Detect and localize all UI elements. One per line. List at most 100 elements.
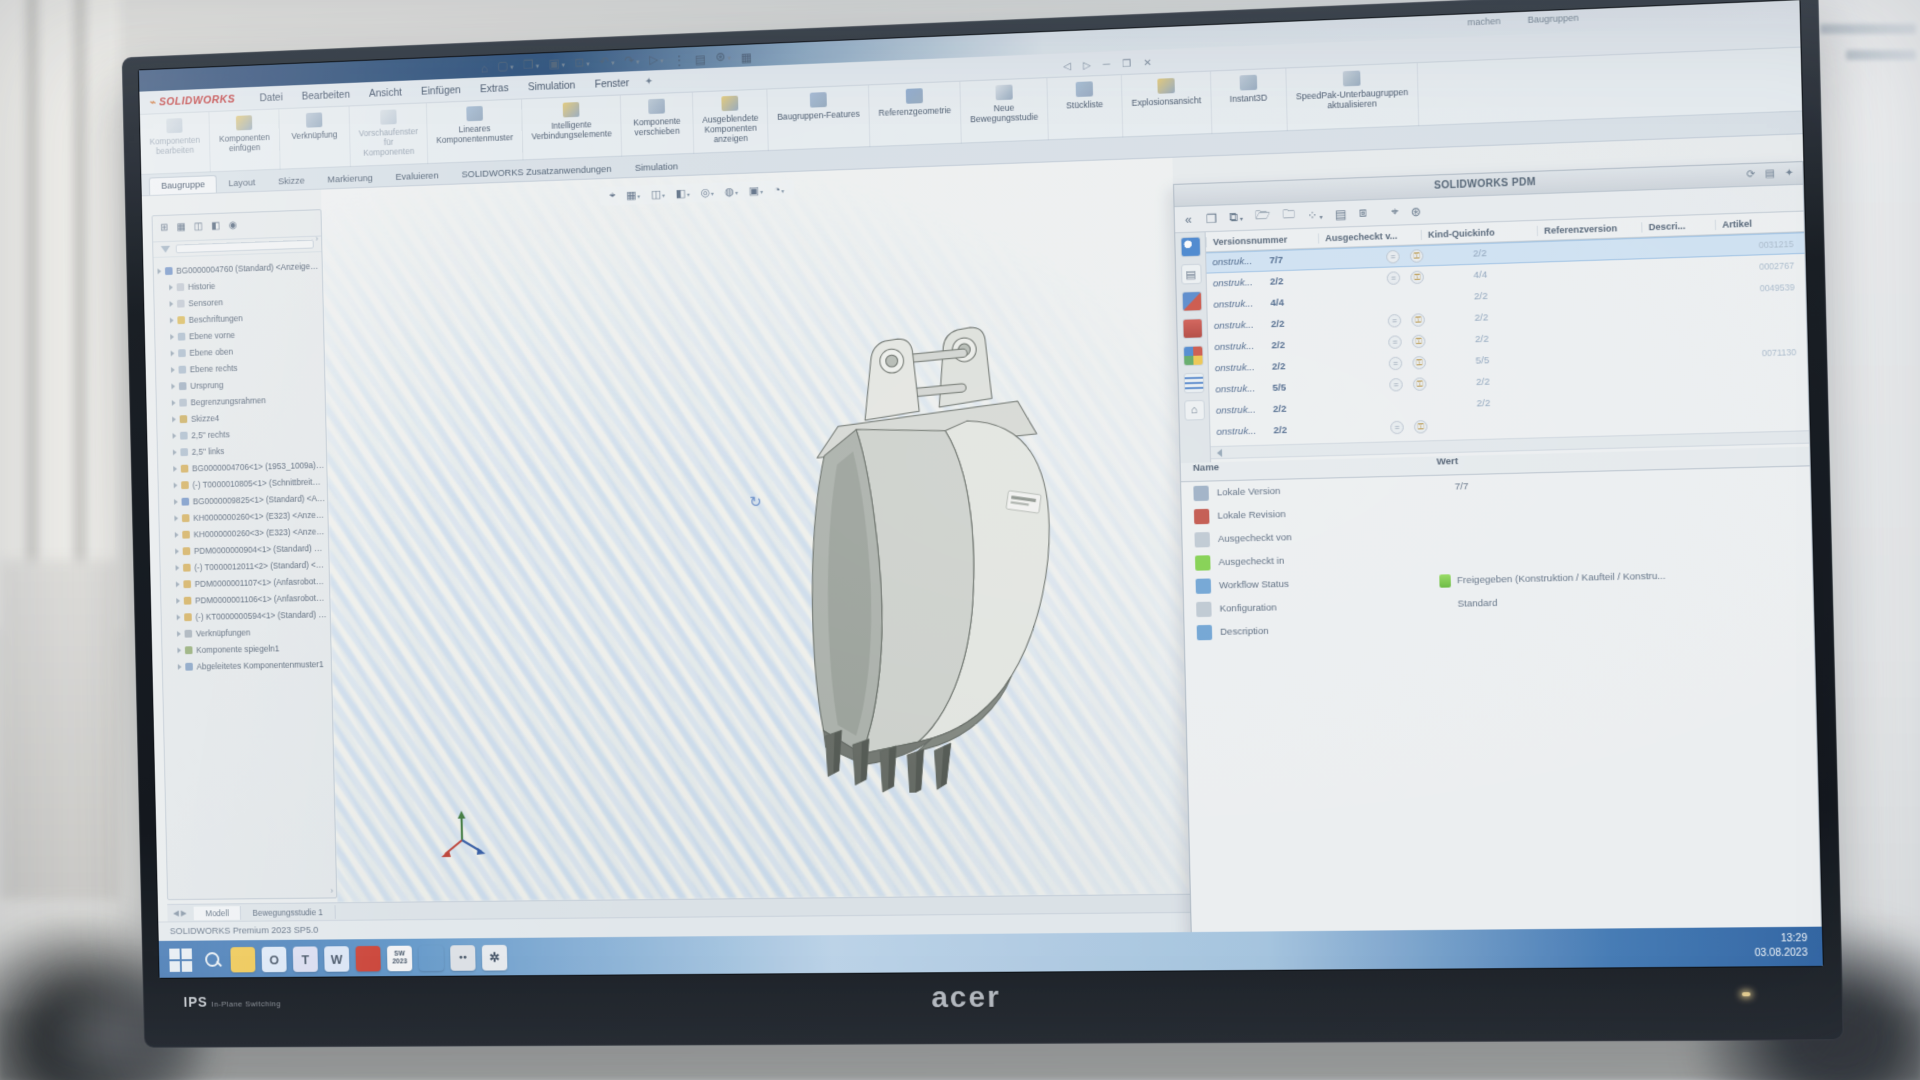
ribbon-button[interactable]: Komponente verschieben	[621, 93, 695, 157]
property-manager-icon[interactable]: ▦	[176, 219, 185, 237]
tree-expand-icon[interactable]	[177, 647, 181, 653]
red-app-icon[interactable]	[355, 946, 380, 972]
view-orientation-icon[interactable]: ◫	[651, 188, 665, 201]
equal-badge-icon[interactable]: =	[1389, 378, 1403, 392]
settings-gear-icon[interactable]: ✲	[482, 945, 508, 971]
reports-tab-icon[interactable]	[1182, 345, 1203, 366]
teams-icon[interactable]: T	[293, 946, 318, 972]
preview-tab-icon[interactable]: ▤	[1180, 264, 1201, 285]
document-tab[interactable]: Bewegungsstudie 1	[241, 905, 335, 920]
key-badge-icon[interactable]: ⚿	[1412, 356, 1426, 370]
contains-hierarchy-icon[interactable]: ⧈	[1359, 205, 1367, 220]
select-icon[interactable]: ▷	[649, 50, 664, 71]
display-style-icon[interactable]: ◧	[676, 187, 690, 200]
tree-expand-icon[interactable]	[174, 482, 178, 488]
commandmanager-tab[interactable]: Skizze	[267, 172, 317, 190]
start-button[interactable]	[166, 946, 195, 975]
menu-item[interactable]: Einfügen	[421, 84, 461, 97]
apply-scene-icon[interactable]: ▣	[749, 184, 763, 197]
restore-icon[interactable]: ❐	[1122, 59, 1131, 70]
key-badge-icon[interactable]: ⚿	[1412, 335, 1426, 349]
tree-expand-icon[interactable]	[175, 564, 179, 570]
commandmanager-tab[interactable]: Markierung	[316, 170, 384, 189]
print-icon[interactable]: ⊡	[574, 53, 590, 74]
equal-badge-icon[interactable]: =	[1388, 335, 1402, 349]
ribbon-button[interactable]: Baugruppen-Features	[768, 85, 871, 151]
datacard-tab-icon[interactable]	[1183, 373, 1204, 394]
tree-expand-icon[interactable]	[173, 449, 177, 455]
camera-tool-icon[interactable]: ●●	[450, 945, 476, 971]
tree-expand-icon[interactable]	[172, 416, 176, 422]
next-document-icon[interactable]: ▷	[1083, 60, 1091, 71]
commandmanager-tab[interactable]: Baugruppe	[149, 175, 218, 195]
open-document-icon[interactable]: ❐	[523, 55, 539, 76]
column-header[interactable]: Versionsnummer	[1206, 233, 1318, 247]
rebuild-icon[interactable]: ⋮	[673, 51, 685, 69]
check-out-icon[interactable]: 🗁	[1255, 206, 1271, 228]
tree-expand-icon[interactable]	[174, 515, 178, 521]
tree-expand-icon[interactable]	[175, 531, 179, 537]
save-icon[interactable]: ▣	[548, 54, 565, 75]
ribbon-button[interactable]: Instant3D	[1211, 68, 1288, 134]
menu-item[interactable]: Fenster	[595, 77, 630, 90]
ribbon-button[interactable]: Lineares Komponentenmuster	[427, 99, 523, 164]
tree-expand-icon[interactable]	[171, 366, 175, 372]
check-in-icon[interactable]: 🗀	[1282, 205, 1295, 227]
tree-expand-icon[interactable]	[171, 350, 175, 356]
tree-expand-icon[interactable]	[172, 432, 176, 438]
menu-item[interactable]: Ansicht	[369, 86, 402, 99]
column-header[interactable]: Artikel	[1715, 216, 1804, 229]
equal-badge-icon[interactable]: =	[1388, 314, 1402, 328]
section-view-icon[interactable]: ▦	[626, 189, 640, 202]
featuremanager-tree-icon[interactable]: ⊞	[160, 220, 168, 238]
ribbon-button[interactable]: Intelligente Verbindungselemente	[522, 95, 622, 160]
file-explorer-icon[interactable]	[230, 947, 255, 973]
filter-input[interactable]	[176, 240, 314, 254]
tree-expand-icon[interactable]	[169, 300, 173, 306]
column-header[interactable]: Descri...	[1641, 219, 1715, 232]
ribbon-button[interactable]: Stückliste	[1047, 75, 1123, 140]
copy-tree-icon[interactable]	[1181, 291, 1202, 312]
column-header[interactable]: Kind-Quickinfo	[1421, 225, 1537, 239]
menu-item[interactable]: Extras	[480, 82, 509, 95]
pin-menubar-icon[interactable]: ✦	[645, 76, 653, 87]
ribbon-button[interactable]: Komponenten einfügen	[209, 109, 280, 172]
tree-expand-icon[interactable]	[177, 630, 181, 636]
undo-icon[interactable]: ↶	[599, 52, 615, 73]
view-settings-icon[interactable]: ◔	[774, 184, 785, 196]
tree-expand-icon[interactable]	[157, 268, 161, 274]
schedule-icon[interactable]: ▦	[740, 48, 752, 66]
key-badge-icon[interactable]: ⚿	[1410, 249, 1424, 263]
key-badge-icon[interactable]: ⚿	[1410, 271, 1424, 285]
options-icon[interactable]: ⊛	[715, 47, 731, 68]
change-state-icon[interactable]: ⁘	[1307, 207, 1323, 222]
bill-of-materials-icon[interactable]: ▤	[1335, 207, 1347, 222]
tree-scroll-down-icon[interactable]: ›	[330, 886, 333, 896]
ribbon-button[interactable]: Komponenten bearbeiten	[140, 112, 211, 175]
commandmanager-tab[interactable]: Layout	[217, 174, 267, 192]
chrome-icon[interactable]	[418, 945, 443, 971]
column-header[interactable]: Wert	[1436, 456, 1458, 475]
filter-funnel-icon[interactable]	[161, 246, 171, 253]
key-badge-icon[interactable]: ⚿	[1413, 377, 1427, 391]
document-tab[interactable]: Modell	[194, 906, 241, 920]
vault-home-icon[interactable]: ⌂	[1184, 400, 1205, 421]
taskbar-clock[interactable]: 13:29 03.08.2023	[1754, 932, 1808, 961]
outlook-icon[interactable]: O	[262, 947, 287, 973]
commandmanager-tab[interactable]: Evaluieren	[384, 167, 450, 186]
home-icon[interactable]: ⌂	[481, 59, 488, 77]
tree-expand-icon[interactable]	[171, 383, 175, 389]
tree-item[interactable]: Abgeleitetes Komponentenmuster1	[166, 655, 329, 675]
ribbon-button[interactable]: Ausgeblendete Komponenten anzeigen	[693, 89, 769, 153]
word-icon[interactable]: W	[324, 946, 349, 972]
new-document-icon[interactable]: ▢	[497, 56, 514, 77]
tree-expand-icon[interactable]	[176, 597, 180, 603]
ribbon-button[interactable]: Referenzgeometrie	[869, 82, 962, 147]
tree-expand-icon[interactable]	[170, 317, 174, 323]
equal-badge-icon[interactable]: =	[1387, 271, 1401, 285]
pin-icon[interactable]: ✦	[1785, 168, 1794, 180]
ribbon-button[interactable]: Vorschaufenster für Komponenten	[350, 103, 429, 167]
ribbon-button[interactable]: Verknüpfung	[279, 106, 351, 169]
search-icon[interactable]: ⌖	[1391, 204, 1398, 219]
tree-expand-icon[interactable]	[178, 663, 182, 669]
